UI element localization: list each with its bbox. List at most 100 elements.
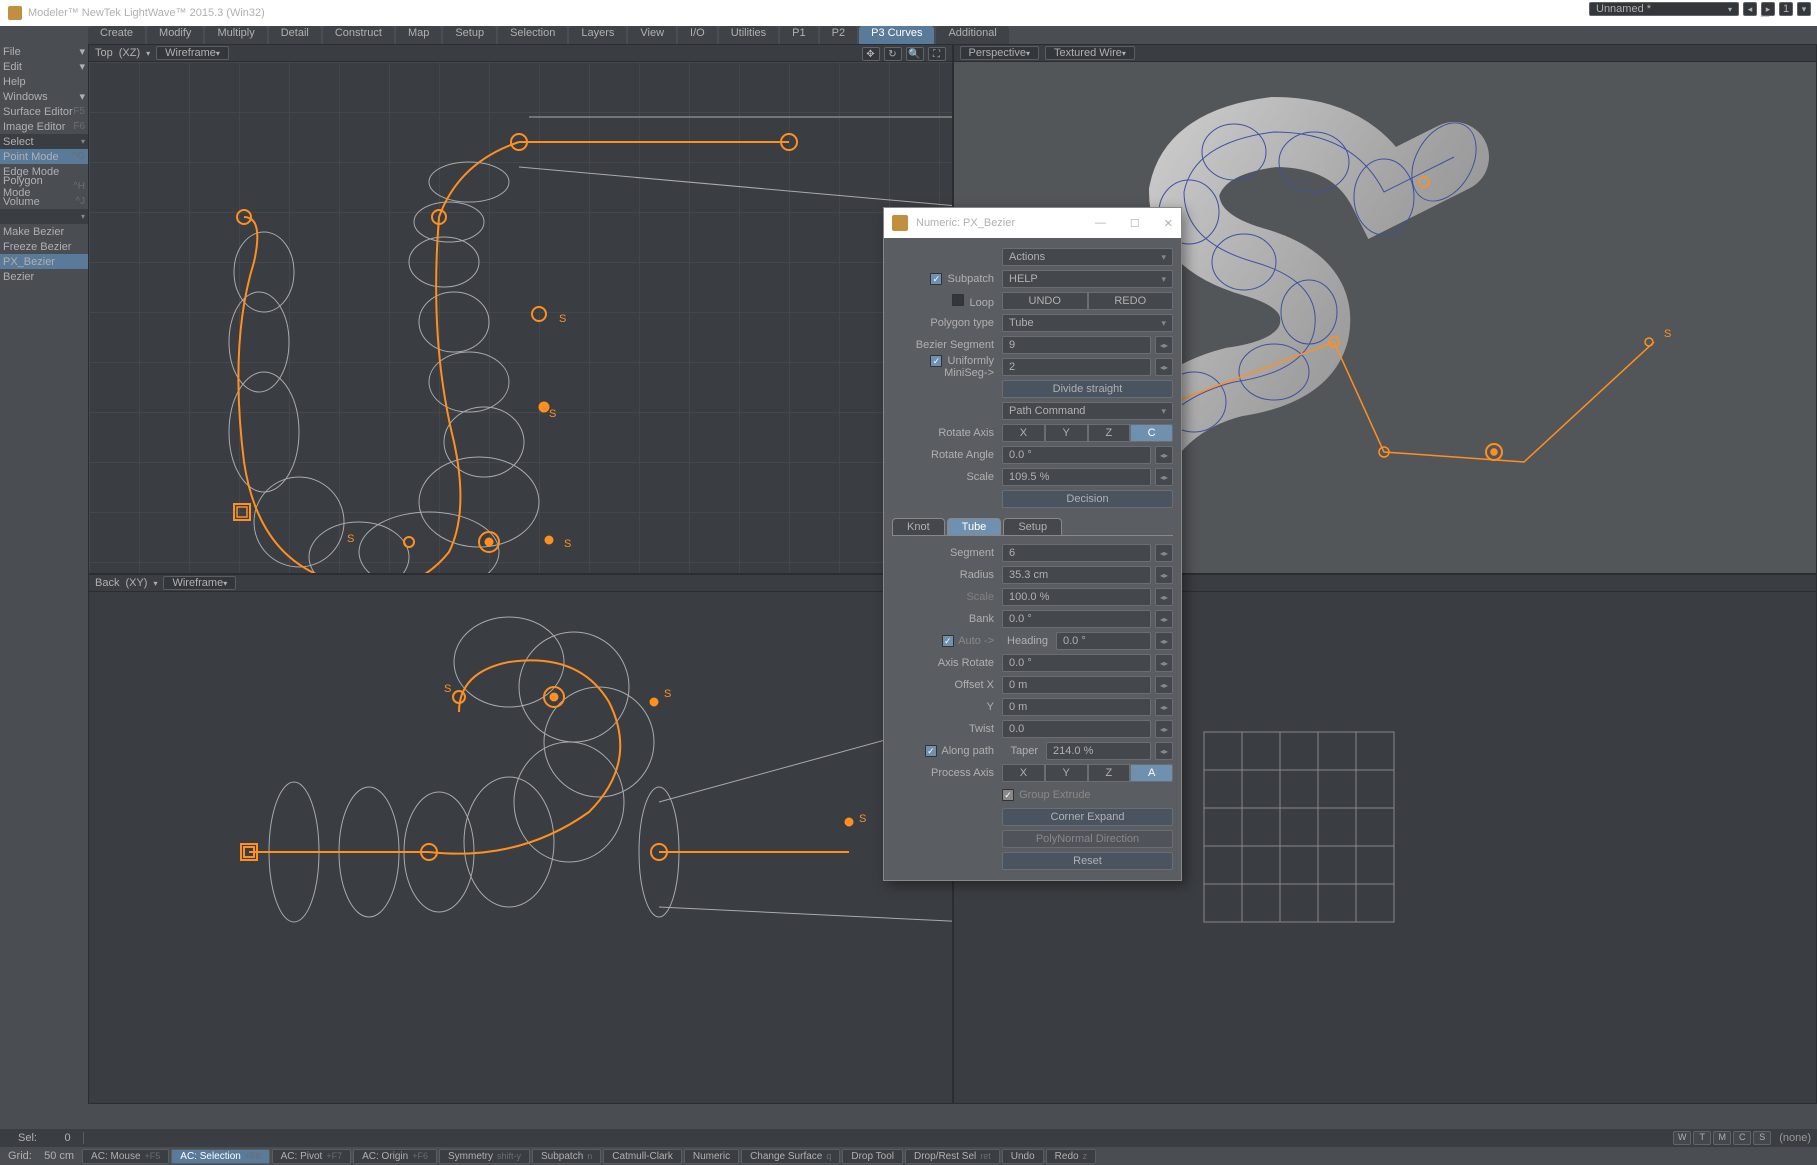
mode-letter-m[interactable]: M bbox=[1713, 1131, 1731, 1145]
main-tab-construct[interactable]: Construct bbox=[323, 26, 394, 44]
status-drop-tool[interactable]: Drop Tool bbox=[842, 1149, 903, 1164]
main-tab-multiply[interactable]: Multiply bbox=[205, 26, 266, 44]
sidebar-bezier[interactable]: Bezier bbox=[0, 269, 88, 284]
sidebar-polygon-mode[interactable]: Polygon Mode^H bbox=[0, 179, 88, 194]
vp-mode-dd[interactable]: Perspective bbox=[960, 46, 1040, 60]
sidebar-help[interactable]: Help bbox=[0, 74, 88, 89]
main-tab-p3-curves[interactable]: P3 Curves bbox=[859, 26, 934, 44]
main-tab-utilities[interactable]: Utilities bbox=[719, 26, 778, 44]
vp-shading-dd[interactable]: Textured Wire bbox=[1045, 46, 1135, 60]
status-ac-pivot[interactable]: AC: Pivot +F7 bbox=[272, 1149, 351, 1164]
spinner-icon[interactable]: ◂▸ bbox=[1155, 610, 1173, 628]
move-icon[interactable]: ✥ bbox=[862, 47, 880, 61]
sidebar-surface-editor[interactable]: Surface EditorF5 bbox=[0, 104, 88, 119]
fit-icon[interactable]: ⛶ bbox=[928, 47, 946, 61]
dialog-minimize-icon[interactable]: — bbox=[1095, 217, 1106, 230]
rotate-axis-y[interactable]: Y bbox=[1045, 424, 1088, 442]
undo-button[interactable]: UNDO bbox=[1002, 292, 1088, 310]
spinner-icon[interactable]: ◂▸ bbox=[1155, 544, 1173, 562]
rotate-axis-x[interactable]: X bbox=[1002, 424, 1045, 442]
main-tab-selection[interactable]: Selection bbox=[498, 26, 567, 44]
dialog-tab-tube[interactable]: Tube bbox=[947, 518, 1002, 535]
path-command-dropdown[interactable]: Path Command bbox=[1002, 402, 1173, 420]
main-tab-setup[interactable]: Setup bbox=[443, 26, 496, 44]
radius-input[interactable]: 35.3 cm bbox=[1002, 566, 1151, 584]
rotate-icon[interactable]: ↻ bbox=[884, 47, 902, 61]
dialog-tab-setup[interactable]: Setup bbox=[1003, 518, 1062, 535]
zoom-icon[interactable]: 🔍 bbox=[906, 47, 924, 61]
sidebar-px-bezier[interactable]: PX_Bezier bbox=[0, 254, 88, 269]
bank-input[interactable]: 0.0 ° bbox=[1002, 610, 1151, 628]
status-symmetry[interactable]: Symmetry shift-y bbox=[439, 1149, 530, 1164]
offset-x-input[interactable]: 0 m bbox=[1002, 676, 1151, 694]
dialog-tab-knot[interactable]: Knot bbox=[892, 518, 945, 535]
spinner-icon[interactable]: ◂▸ bbox=[1155, 676, 1173, 694]
sidebar-edit[interactable]: Edit▾ bbox=[0, 59, 88, 74]
main-tab-layers[interactable]: Layers bbox=[569, 26, 626, 44]
offset-y-input[interactable]: 0 m bbox=[1002, 698, 1151, 716]
sidebar-file[interactable]: File▾ bbox=[0, 44, 88, 59]
status-change-surface[interactable]: Change Surface q bbox=[741, 1149, 840, 1164]
twist-input[interactable]: 0.0 bbox=[1002, 720, 1151, 738]
main-tab-detail[interactable]: Detail bbox=[269, 26, 321, 44]
sidebar-image-editor[interactable]: Image EditorF6 bbox=[0, 119, 88, 134]
dialog-maximize-icon[interactable]: ☐ bbox=[1130, 217, 1140, 230]
status-subpatch[interactable]: Subpatch n bbox=[532, 1149, 601, 1164]
spinner-icon[interactable]: ◂▸ bbox=[1155, 446, 1173, 464]
sidebar-windows[interactable]: Windows▾ bbox=[0, 89, 88, 104]
layer-dd[interactable]: ▾ bbox=[1797, 2, 1811, 16]
dialog-close-icon[interactable]: ✕ bbox=[1164, 217, 1173, 230]
layer-prev-button[interactable]: ◂ bbox=[1743, 2, 1757, 16]
main-tab-additional[interactable]: Additional bbox=[936, 26, 1008, 44]
mode-letter-s[interactable]: S bbox=[1753, 1131, 1771, 1145]
status-redo[interactable]: Redo z bbox=[1046, 1149, 1096, 1164]
status-numeric[interactable]: Numeric bbox=[684, 1149, 739, 1164]
scale-input[interactable]: 109.5 % bbox=[1002, 468, 1151, 486]
main-tab-p1[interactable]: P1 bbox=[780, 26, 817, 44]
viewport-top[interactable]: Top (XZ) ▾ Wireframe ✥ ↻ 🔍 ⛶ bbox=[88, 44, 953, 574]
status-ac-origin[interactable]: AC: Origin +F6 bbox=[353, 1149, 437, 1164]
status-catmull-clark[interactable]: Catmull-Clark bbox=[603, 1149, 682, 1164]
uniformly-input[interactable]: 2 bbox=[1002, 358, 1151, 376]
group-extrude-checkbox[interactable]: ✓ bbox=[1002, 789, 1014, 801]
segment-input[interactable]: 6 bbox=[1002, 544, 1151, 562]
mode-letter-t[interactable]: T bbox=[1693, 1131, 1711, 1145]
process-axis-y[interactable]: Y bbox=[1045, 764, 1088, 782]
main-tab-map[interactable]: Map bbox=[396, 26, 441, 44]
spinner-icon[interactable]: ◂▸ bbox=[1155, 566, 1173, 584]
help-dropdown[interactable]: HELP bbox=[1002, 270, 1173, 288]
dialog-titlebar[interactable]: Numeric: PX_Bezier — ☐ ✕ bbox=[884, 208, 1181, 238]
sidebar-point-mode[interactable]: Point Mode^G bbox=[0, 149, 88, 164]
sidebar-freeze-bezier[interactable]: Freeze Bezier bbox=[0, 239, 88, 254]
main-tab-view[interactable]: View bbox=[628, 26, 676, 44]
spinner-icon[interactable]: ◂▸ bbox=[1155, 720, 1173, 738]
main-tab-i/o[interactable]: I/O bbox=[678, 26, 717, 44]
taper-input[interactable]: 214.0 % bbox=[1046, 742, 1151, 760]
uniformly-checkbox[interactable]: ✓ bbox=[930, 355, 942, 367]
spinner-icon[interactable]: ◂▸ bbox=[1155, 336, 1173, 354]
process-axis-a[interactable]: A bbox=[1130, 764, 1173, 782]
rotate-axis-z[interactable]: Z bbox=[1088, 424, 1131, 442]
main-tab-create[interactable]: Create bbox=[88, 26, 145, 44]
spinner-icon[interactable]: ◂▸ bbox=[1155, 358, 1173, 376]
divide-straight-button[interactable]: Divide straight bbox=[1002, 380, 1173, 398]
scene-dropdown[interactable]: Unnamed *▾ bbox=[1589, 2, 1739, 16]
vp-shading-dd[interactable]: Wireframe bbox=[163, 576, 236, 590]
actions-dropdown[interactable]: Actions bbox=[1002, 248, 1173, 266]
rotate-angle-input[interactable]: 0.0 ° bbox=[1002, 446, 1151, 464]
sidebar-make-bezier[interactable]: Make Bezier bbox=[0, 224, 88, 239]
spinner-icon[interactable]: ◂▸ bbox=[1155, 742, 1173, 760]
status-drop-rest-sel[interactable]: Drop/Rest Sel ret bbox=[905, 1149, 1000, 1164]
loop-checkbox[interactable] bbox=[952, 294, 964, 306]
subpatch-checkbox[interactable]: ✓ bbox=[930, 273, 942, 285]
redo-button[interactable]: REDO bbox=[1088, 292, 1174, 310]
auto-checkbox[interactable]: ✓ bbox=[942, 635, 954, 647]
corner-expand-button[interactable]: Corner Expand bbox=[1002, 808, 1173, 826]
process-axis-x[interactable]: X bbox=[1002, 764, 1045, 782]
status-ac-selection[interactable]: AC: Selection +F8 bbox=[171, 1149, 269, 1164]
reset-button[interactable]: Reset bbox=[1002, 852, 1173, 870]
mode-letter-w[interactable]: W bbox=[1673, 1131, 1691, 1145]
mode-letter-c[interactable]: C bbox=[1733, 1131, 1751, 1145]
layer-next-button[interactable]: ▸ bbox=[1761, 2, 1775, 16]
along-path-checkbox[interactable]: ✓ bbox=[925, 745, 937, 757]
